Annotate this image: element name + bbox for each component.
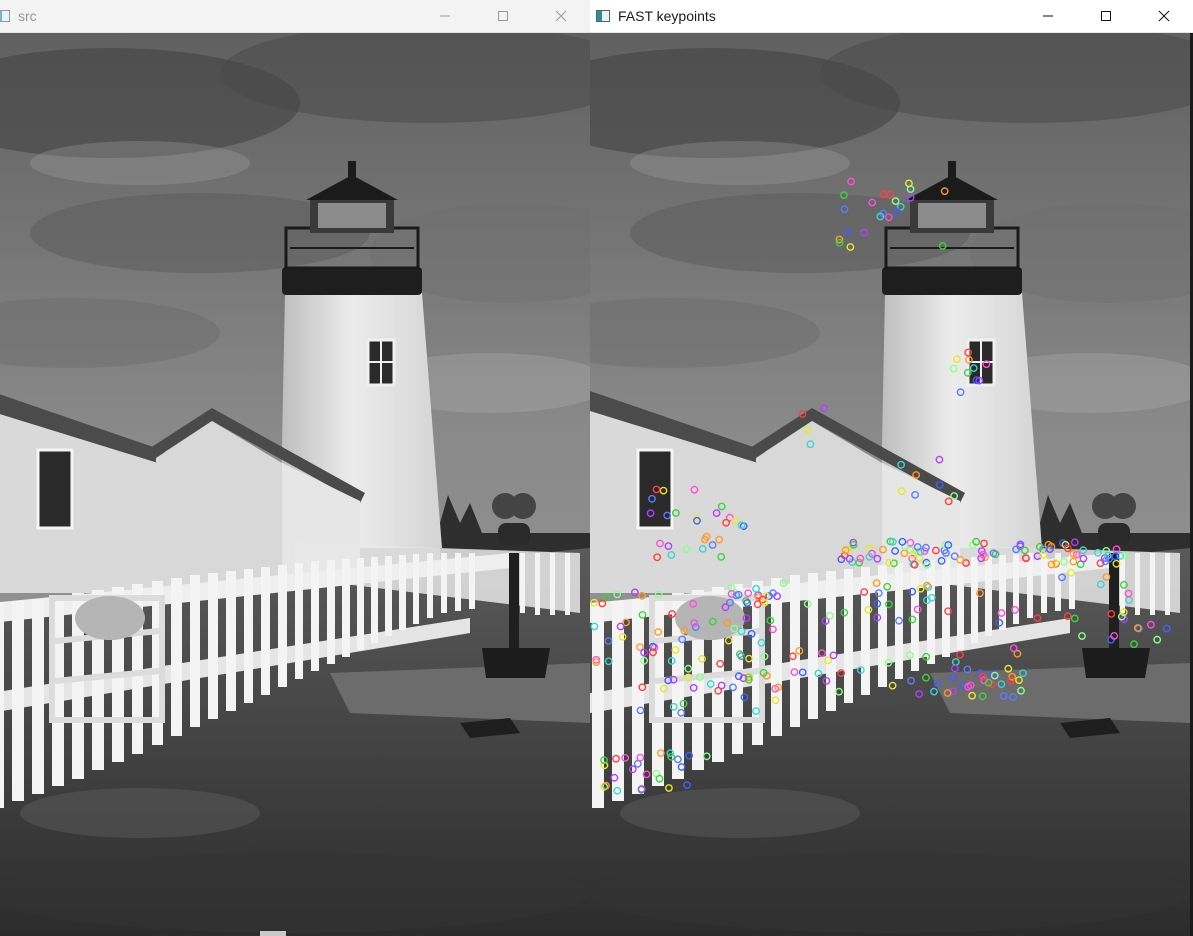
- minimize-button[interactable]: [1019, 0, 1077, 33]
- maximize-icon: [1101, 11, 1111, 21]
- fast-window: FAST keypoints: [590, 0, 1193, 936]
- app-window-icon: [0, 10, 10, 22]
- image-canvas: [0, 33, 590, 936]
- maximize-button[interactable]: [1077, 0, 1135, 33]
- close-button[interactable]: [532, 0, 590, 33]
- fast-titlebar[interactable]: FAST keypoints: [590, 0, 1193, 33]
- maximize-button[interactable]: [474, 0, 532, 33]
- minimize-icon: [440, 15, 450, 17]
- image-canvas: [590, 33, 1193, 936]
- app-window-icon: [596, 10, 610, 22]
- window-title: FAST keypoints: [618, 8, 716, 24]
- src-window: src: [0, 0, 591, 936]
- lighthouse-keypoints-image: [590, 33, 1193, 936]
- src-titlebar[interactable]: src: [0, 0, 590, 33]
- window-title: src: [18, 8, 37, 24]
- close-button[interactable]: [1135, 0, 1193, 33]
- close-icon: [1158, 10, 1170, 22]
- minimize-button[interactable]: [416, 0, 474, 33]
- taskbar-peek: [260, 931, 286, 936]
- close-icon: [555, 10, 567, 22]
- minimize-icon: [1043, 15, 1053, 17]
- lighthouse-image: [0, 33, 590, 936]
- maximize-icon: [498, 11, 508, 21]
